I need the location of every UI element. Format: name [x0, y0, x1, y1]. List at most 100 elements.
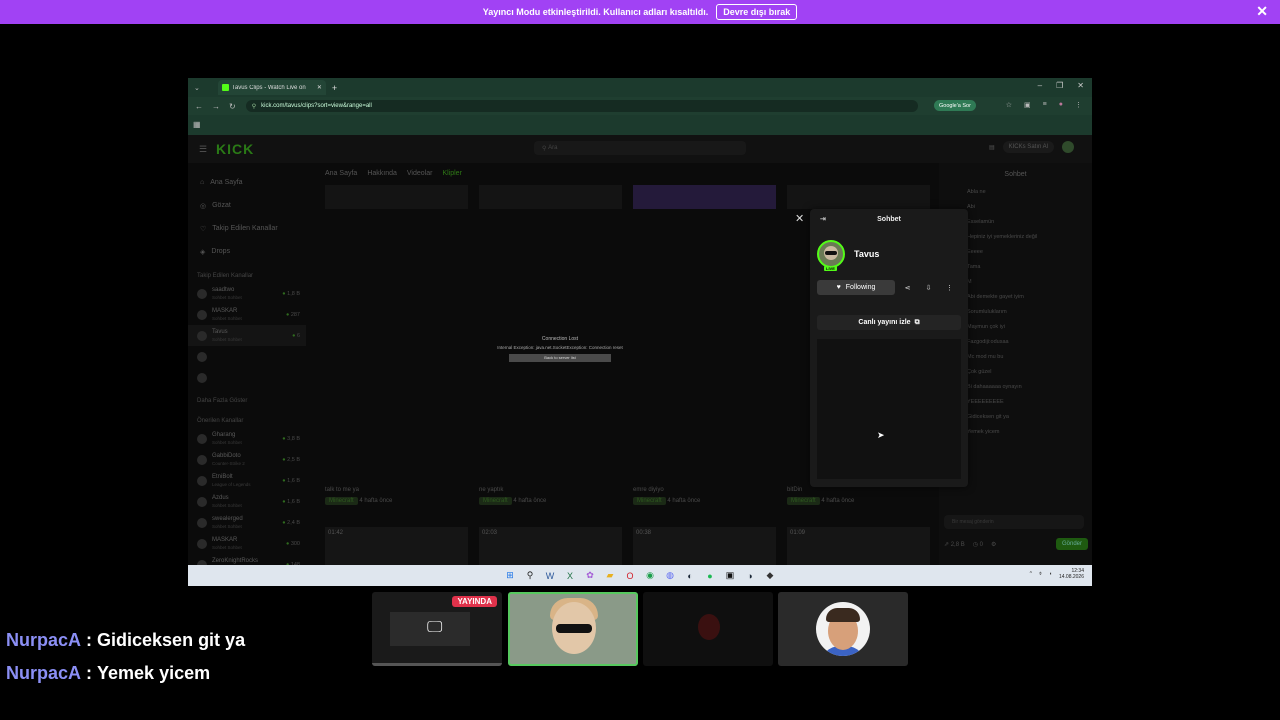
clock[interactable]: 12:34 14.08.2026 [1059, 568, 1084, 580]
sidebar-channel[interactable]: MASKAR Sohbet Sohbet ● 300 [188, 533, 306, 554]
sidebar-channel[interactable]: GabbiDoto Counter-Strike 2 ● 2,5 B [188, 449, 306, 470]
app-icon[interactable]: ◆ [764, 569, 777, 582]
channel-name[interactable]: Tavus [854, 249, 879, 259]
forward-icon[interactable]: → [212, 102, 220, 111]
share-icon[interactable]: ⋖ [899, 280, 916, 295]
nav-following[interactable]: ♡ Takip Edilen Kanallar [200, 217, 306, 240]
watch-live-button[interactable]: Canlı yayını izle ⧉ [817, 315, 961, 330]
clip-thumbnail[interactable] [633, 185, 776, 209]
points-counter[interactable]: ⇗ 2,8 B [944, 541, 965, 548]
back-to-server-list-button[interactable]: Back to server list [509, 354, 611, 362]
mic-icon[interactable]: ⌽ [1039, 571, 1042, 577]
participant-tile-camera[interactable] [643, 592, 773, 666]
more-options-icon[interactable]: ⋮ [941, 280, 958, 295]
kick-search-input[interactable]: ⚲ Ara [534, 141, 746, 155]
tab-home[interactable]: Ana Sayfa [325, 170, 357, 177]
clip-tag[interactable]: Minecraft [633, 497, 666, 505]
disable-streamer-mode-button[interactable]: Devre dışı bırak [716, 4, 798, 20]
discord-icon[interactable]: ◍ [664, 569, 677, 582]
site-info-icon[interactable]: ⚲ [252, 103, 256, 110]
sidebar-channel[interactable]: saadtwo Sohbet Sohbet ● 1,8 B [188, 283, 306, 304]
tab-videos[interactable]: Videolar [407, 170, 433, 177]
nav-drops[interactable]: ◈ Drops [200, 240, 306, 263]
apps-grid-icon[interactable]: ▦ [193, 120, 201, 129]
nav-browse[interactable]: ◎ Gözat [200, 194, 306, 217]
buy-kicks-button[interactable]: KICKs Satın Al [1002, 141, 1054, 153]
google-ask-button[interactable]: Google'a Sor [934, 100, 976, 111]
capcut-icon[interactable]: ▣ [724, 569, 737, 582]
chat-input[interactable]: Bir mesaj gönderin [944, 515, 1084, 529]
chat-settings-icon[interactable]: ⚙ [991, 541, 996, 548]
gift-icon[interactable]: ⇩ [920, 280, 937, 295]
tab-close-icon[interactable]: ✕ [317, 84, 322, 91]
clip-thumbnail[interactable]: 02:03 [479, 527, 622, 565]
participant-tile-speaking[interactable] [508, 592, 638, 666]
sidebar-channel[interactable]: Azdus Sohbet Sohbet ● 1,6 B [188, 491, 306, 512]
clip-info[interactable]: emre diyiyo Minecraft 4 hafta önce [633, 487, 776, 505]
timer-counter[interactable]: ◷ 0 [973, 541, 983, 548]
participant-tile-screenshare[interactable]: 🖵 YAYINDA [372, 592, 502, 666]
chat-send-button[interactable]: Gönder [1055, 538, 1088, 550]
clip-thumbnail[interactable] [479, 185, 622, 209]
collapse-icon[interactable]: ⇥ [820, 215, 826, 223]
sidebar-channel-offline[interactable] [188, 346, 306, 367]
hamburger-icon[interactable]: ☰ [199, 144, 207, 155]
tray-up-icon[interactable]: ^ [1030, 571, 1032, 577]
minimize-icon[interactable]: – [1038, 81, 1042, 90]
dashboard-icon[interactable]: ▤ [989, 144, 995, 151]
url-field[interactable]: ⚲ kick.com/tavus/clips?sort=view&range=a… [245, 100, 918, 112]
spotify-icon[interactable]: ● [704, 569, 717, 582]
following-button[interactable]: ♥ Following [817, 280, 895, 295]
excel-icon[interactable]: X [564, 569, 577, 582]
sidebar-channel[interactable]: EtniBolt League of Legends ● 1,6 B [188, 470, 306, 491]
clip-thumbnail[interactable] [787, 185, 930, 209]
bookmark-star-icon[interactable]: ☆ [1006, 101, 1012, 109]
window-close-icon[interactable]: ✕ [1077, 81, 1084, 90]
extensions-icon[interactable]: ▣ [1024, 101, 1031, 109]
word-icon[interactable]: W [544, 569, 557, 582]
clip-info[interactable]: bitDin Minecraft 4 hafta önce [787, 487, 930, 505]
popup-close-icon[interactable]: ✕ [795, 212, 804, 225]
tab-list-icon[interactable]: ⌄ [194, 84, 200, 92]
clip-thumbnail[interactable]: 01:42 [325, 527, 468, 565]
speaker-icon[interactable]: ◖ [1049, 571, 1052, 577]
file-explorer-icon[interactable]: ▰ [604, 569, 617, 582]
back-icon[interactable]: ← [195, 102, 203, 111]
sidebar-channel[interactable]: Tavus Sohbet Sohbet ● 6 [188, 325, 306, 346]
clip-tag[interactable]: Minecraft [787, 497, 820, 505]
steam-2-icon[interactable]: ◑ [744, 569, 757, 582]
clip-thumbnail[interactable] [325, 185, 468, 209]
sidebar-channel[interactable]: swealerged Sohbet Sohbet ● 2,4 B [188, 512, 306, 533]
profile-icon[interactable]: ● [1059, 101, 1063, 109]
sidebar-channel[interactable]: MASKAR Sohbet Sohbet ● 287 [188, 304, 306, 325]
close-icon[interactable]: ✕ [1256, 4, 1268, 18]
clip-thumbnail[interactable]: 01:09 [787, 527, 930, 565]
nav-home[interactable]: ⌂ Ana Sayfa [200, 171, 306, 194]
steam-icon[interactable]: ◐ [684, 569, 697, 582]
start-icon[interactable]: ⊞ [504, 569, 517, 582]
clip-info[interactable]: ne yaptık Minecraft 4 hafta önce [479, 487, 622, 505]
show-more-link[interactable]: Daha Fazla Göster [188, 394, 306, 408]
menu-icon[interactable]: ⋮ [1075, 101, 1082, 109]
clip-tag[interactable]: Minecraft [325, 497, 358, 505]
new-tab-icon[interactable]: + [332, 83, 337, 93]
user-avatar[interactable] [1062, 141, 1074, 153]
clip-tag[interactable]: Minecraft [479, 497, 512, 505]
channel-avatar[interactable]: LIVE [817, 240, 845, 271]
restore-icon[interactable]: ❐ [1056, 81, 1063, 90]
browser-tab[interactable]: Tavus Clips - Watch Live on ✕ [217, 80, 326, 95]
sidebar-channel-offline[interactable] [188, 367, 306, 388]
search-icon[interactable]: ⚲ [524, 569, 537, 582]
reload-icon[interactable]: ↻ [229, 102, 236, 111]
media-icon[interactable]: ≡ [1043, 101, 1047, 109]
tab-about[interactable]: Hakkında [367, 170, 397, 177]
kick-logo[interactable]: KICK [216, 141, 254, 157]
tab-clips[interactable]: Klipler [442, 170, 461, 177]
participant-tile-avatar[interactable] [778, 592, 908, 666]
sidebar-channel[interactable]: Gharang Sohbet Sohbet ● 3,8 B [188, 428, 306, 449]
opera-icon[interactable]: O [624, 569, 637, 582]
clip-info[interactable]: talk to me ya Minecraft 4 hafta önce [325, 487, 468, 505]
chrome-icon[interactable]: ◉ [644, 569, 657, 582]
copilot-icon[interactable]: ✿ [584, 569, 597, 582]
clip-thumbnail[interactable]: 00:38 [633, 527, 776, 565]
